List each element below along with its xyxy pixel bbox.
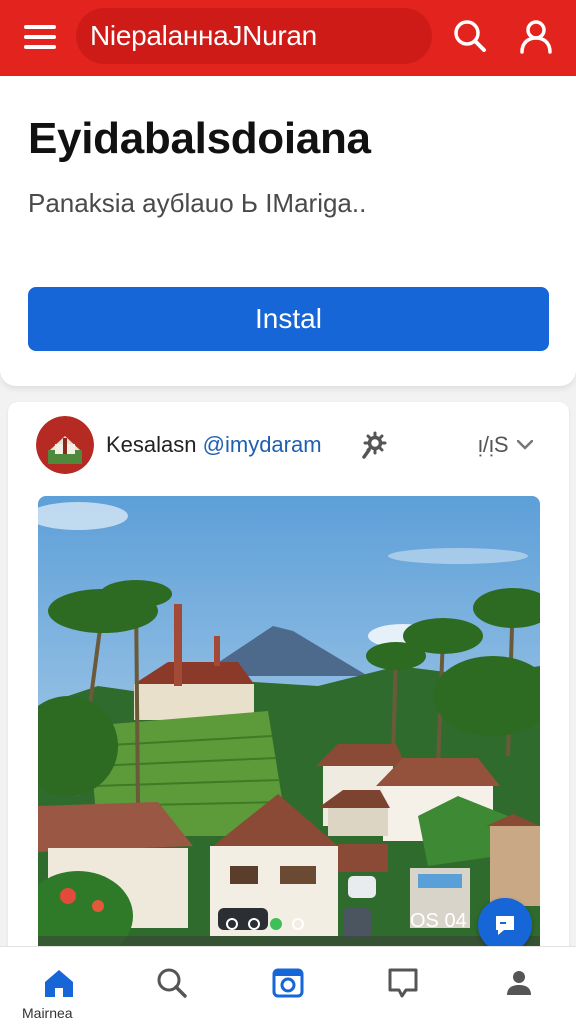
post-card: Kesalasn @imydaram ᴉ/ᴉS <box>8 402 569 962</box>
camera-icon <box>272 968 304 998</box>
message-icon <box>388 968 418 998</box>
nav-home[interactable] <box>36 965 82 1005</box>
nav-profile[interactable] <box>496 965 542 1005</box>
carousel-dot[interactable] <box>292 918 304 930</box>
top-app-bar: NiepalaннaJNuran <box>0 0 576 76</box>
nav-home-label: Mairnea <box>22 1005 73 1021</box>
app-title: Eyidabalsdoiana <box>28 114 371 163</box>
compose-fab-button[interactable] <box>478 898 532 952</box>
user-icon[interactable] <box>516 16 556 56</box>
app-header-card: Eyidabalsdoiana Panaksia ayбlauo Ь IMari… <box>0 76 576 386</box>
post-image[interactable] <box>38 496 540 962</box>
home-icon <box>45 970 73 997</box>
carousel-dot[interactable] <box>248 918 260 930</box>
nav-camera[interactable] <box>265 965 311 1005</box>
search-icon[interactable] <box>450 16 490 56</box>
avatar[interactable] <box>36 416 94 474</box>
carousel-indicator <box>226 918 304 930</box>
bottom-navigation: Mairnea <box>0 946 576 1024</box>
message-icon <box>496 916 514 935</box>
search-icon <box>157 968 187 998</box>
app-bar-title[interactable]: NiepalaннaJNuran <box>76 8 432 64</box>
app-subtitle: Panaksia ayбlauo Ь IMariga.. <box>28 188 367 218</box>
profile-icon <box>507 971 531 995</box>
hamburger-menu-icon[interactable] <box>24 20 58 54</box>
post-options-menu[interactable]: ᴉ/ᴉS <box>478 430 544 460</box>
carousel-dot[interactable] <box>226 918 238 930</box>
install-button[interactable]: Instal <box>28 287 549 351</box>
nav-messages[interactable] <box>380 965 426 1005</box>
post-author-name: Kesalasn <box>106 432 197 457</box>
nav-search[interactable] <box>149 965 195 1005</box>
gear-icon[interactable] <box>360 430 390 460</box>
chevron-down-icon <box>516 440 533 450</box>
post-options-label: ᴉ/ᴉS <box>478 432 509 457</box>
post-author-line[interactable]: Kesalasn @imydaram <box>106 432 322 458</box>
post-author-handle: @imydaram <box>202 432 322 457</box>
carousel-dot-active[interactable] <box>270 918 282 930</box>
photo-counter: OS 04 <box>410 910 467 932</box>
